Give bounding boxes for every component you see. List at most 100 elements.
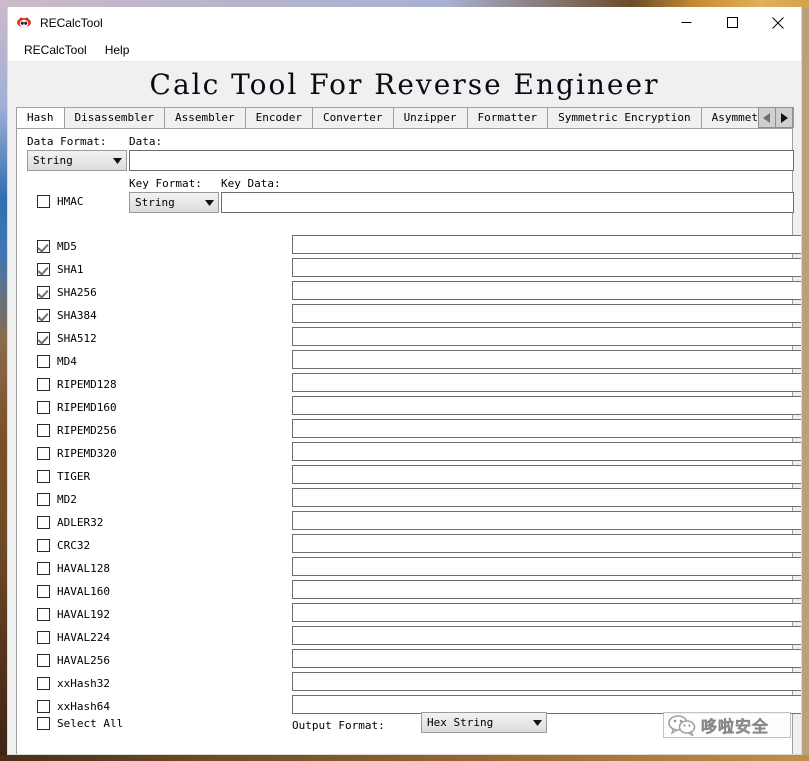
tab-disassembler[interactable]: Disassembler	[63, 107, 165, 128]
algorithm-result-sha256[interactable]	[292, 281, 801, 300]
hmac-checkbox[interactable]	[37, 194, 50, 208]
algorithm-result-input[interactable]	[293, 237, 801, 254]
maximize-button[interactable]	[709, 7, 755, 38]
algorithm-row[interactable]: SHA384	[37, 307, 97, 323]
algorithm-row[interactable]: RIPEMD320	[37, 445, 117, 461]
algorithm-row[interactable]: HAVAL224	[37, 629, 110, 645]
algorithm-result-input[interactable]	[293, 444, 801, 461]
algorithm-result-input[interactable]	[293, 421, 801, 438]
algorithm-checkbox-haval256[interactable]	[37, 653, 50, 667]
algorithm-row[interactable]: xxHash64	[37, 698, 110, 714]
algorithm-result-crc32[interactable]	[292, 534, 801, 553]
algorithm-row[interactable]: RIPEMD256	[37, 422, 117, 438]
algorithm-result-input[interactable]	[293, 260, 801, 277]
algorithm-result-sha384[interactable]	[292, 304, 801, 323]
algorithm-row[interactable]: MD4	[37, 353, 77, 369]
algorithm-result-input[interactable]	[293, 513, 801, 530]
algorithm-row[interactable]: MD2	[37, 491, 77, 507]
algorithm-result-input[interactable]	[293, 674, 801, 691]
key-data-input[interactable]	[222, 193, 793, 212]
algorithm-result-ripemd128[interactable]	[292, 373, 801, 392]
algorithm-row[interactable]: CRC32	[37, 537, 90, 553]
minimize-button[interactable]	[663, 7, 709, 38]
algorithm-result-adler32[interactable]	[292, 511, 801, 530]
algorithm-result-input[interactable]	[293, 628, 801, 645]
algorithm-result-input[interactable]	[293, 490, 801, 507]
algorithm-checkbox-md4[interactable]	[37, 354, 50, 368]
algorithm-result-xxhash32[interactable]	[292, 672, 801, 691]
algorithm-result-sha512[interactable]	[292, 327, 801, 346]
algorithm-checkbox-haval160[interactable]	[37, 584, 50, 598]
key-format-select[interactable]: String	[129, 192, 219, 213]
tab-scroll-left-icon[interactable]	[758, 107, 776, 128]
algorithm-result-haval224[interactable]	[292, 626, 801, 645]
output-format-select[interactable]: Hex String	[421, 712, 547, 733]
algorithm-result-haval192[interactable]	[292, 603, 801, 622]
algorithm-result-tiger[interactable]	[292, 465, 801, 484]
algorithm-row[interactable]: xxHash32	[37, 675, 110, 691]
algorithm-result-input[interactable]	[293, 582, 801, 599]
algorithm-row[interactable]: TIGER	[37, 468, 90, 484]
algorithm-result-input[interactable]	[293, 467, 801, 484]
algorithm-checkbox-haval192[interactable]	[37, 607, 50, 621]
tab-symmetric-encryption[interactable]: Symmetric Encryption	[547, 107, 702, 128]
menu-item-recalctool[interactable]: RECalcTool	[16, 41, 95, 59]
algorithm-result-haval160[interactable]	[292, 580, 801, 599]
algorithm-row[interactable]: RIPEMD128	[37, 376, 117, 392]
data-input[interactable]	[130, 151, 793, 170]
algorithm-result-sha1[interactable]	[292, 258, 801, 277]
algorithm-result-ripemd160[interactable]	[292, 396, 801, 415]
algorithm-checkbox-ripemd256[interactable]	[37, 423, 50, 437]
algorithm-result-input[interactable]	[293, 306, 801, 323]
algorithm-row[interactable]: SHA256	[37, 284, 97, 300]
tab-unzipper[interactable]: Unzipper	[392, 107, 468, 128]
algorithm-checkbox-ripemd160[interactable]	[37, 400, 50, 414]
close-button[interactable]	[755, 7, 801, 38]
algorithm-result-input[interactable]	[293, 398, 801, 415]
algorithm-row[interactable]: MD5	[37, 238, 77, 254]
tab-hash[interactable]: Hash	[16, 107, 65, 128]
tab-encoder[interactable]: Encoder	[244, 107, 313, 128]
data-format-select[interactable]: String	[27, 150, 127, 171]
algorithm-row[interactable]: SHA512	[37, 330, 97, 346]
algorithm-checkbox-haval224[interactable]	[37, 630, 50, 644]
algorithm-result-md4[interactable]	[292, 350, 801, 369]
algorithm-result-ripemd256[interactable]	[292, 419, 801, 438]
algorithm-row[interactable]: SHA1	[37, 261, 84, 277]
algorithm-checkbox-sha512[interactable]	[37, 331, 50, 345]
algorithm-checkbox-haval128[interactable]	[37, 561, 50, 575]
algorithm-checkbox-xxhash64[interactable]	[37, 699, 50, 713]
algorithm-result-input[interactable]	[293, 375, 801, 392]
algorithm-checkbox-crc32[interactable]	[37, 538, 50, 552]
select-all-checkbox[interactable]	[37, 716, 50, 730]
algorithm-checkbox-md2[interactable]	[37, 492, 50, 506]
select-all-row[interactable]: Select All	[37, 715, 123, 731]
algorithm-checkbox-xxhash32[interactable]	[37, 676, 50, 690]
algorithm-row[interactable]: RIPEMD160	[37, 399, 117, 415]
algorithm-result-input[interactable]	[293, 605, 801, 622]
algorithm-result-haval256[interactable]	[292, 649, 801, 668]
algorithm-row[interactable]: HAVAL160	[37, 583, 110, 599]
algorithm-result-md2[interactable]	[292, 488, 801, 507]
algorithm-checkbox-md5[interactable]	[37, 239, 50, 253]
algorithm-checkbox-ripemd128[interactable]	[37, 377, 50, 391]
algorithm-result-md5[interactable]	[292, 235, 801, 254]
algorithm-result-input[interactable]	[293, 559, 801, 576]
algorithm-result-ripemd320[interactable]	[292, 442, 801, 461]
algorithm-row[interactable]: HAVAL128	[37, 560, 110, 576]
algorithm-result-input[interactable]	[293, 651, 801, 668]
algorithm-checkbox-sha384[interactable]	[37, 308, 50, 322]
tab-scroll-right-icon[interactable]	[775, 107, 793, 128]
algorithm-result-input[interactable]	[293, 536, 801, 553]
menu-item-help[interactable]: Help	[97, 41, 138, 59]
algorithm-row[interactable]: ADLER32	[37, 514, 103, 530]
tab-formatter[interactable]: Formatter	[466, 107, 549, 128]
tab-converter[interactable]: Converter	[311, 107, 394, 128]
algorithm-result-haval128[interactable]	[292, 557, 801, 576]
hmac-checkbox-row[interactable]: HMAC	[37, 193, 84, 209]
algorithm-checkbox-adler32[interactable]	[37, 515, 50, 529]
algorithm-result-input[interactable]	[293, 283, 801, 300]
algorithm-row[interactable]: HAVAL192	[37, 606, 110, 622]
data-input-wrapper[interactable]	[129, 150, 794, 171]
algorithm-result-input[interactable]	[293, 329, 801, 346]
